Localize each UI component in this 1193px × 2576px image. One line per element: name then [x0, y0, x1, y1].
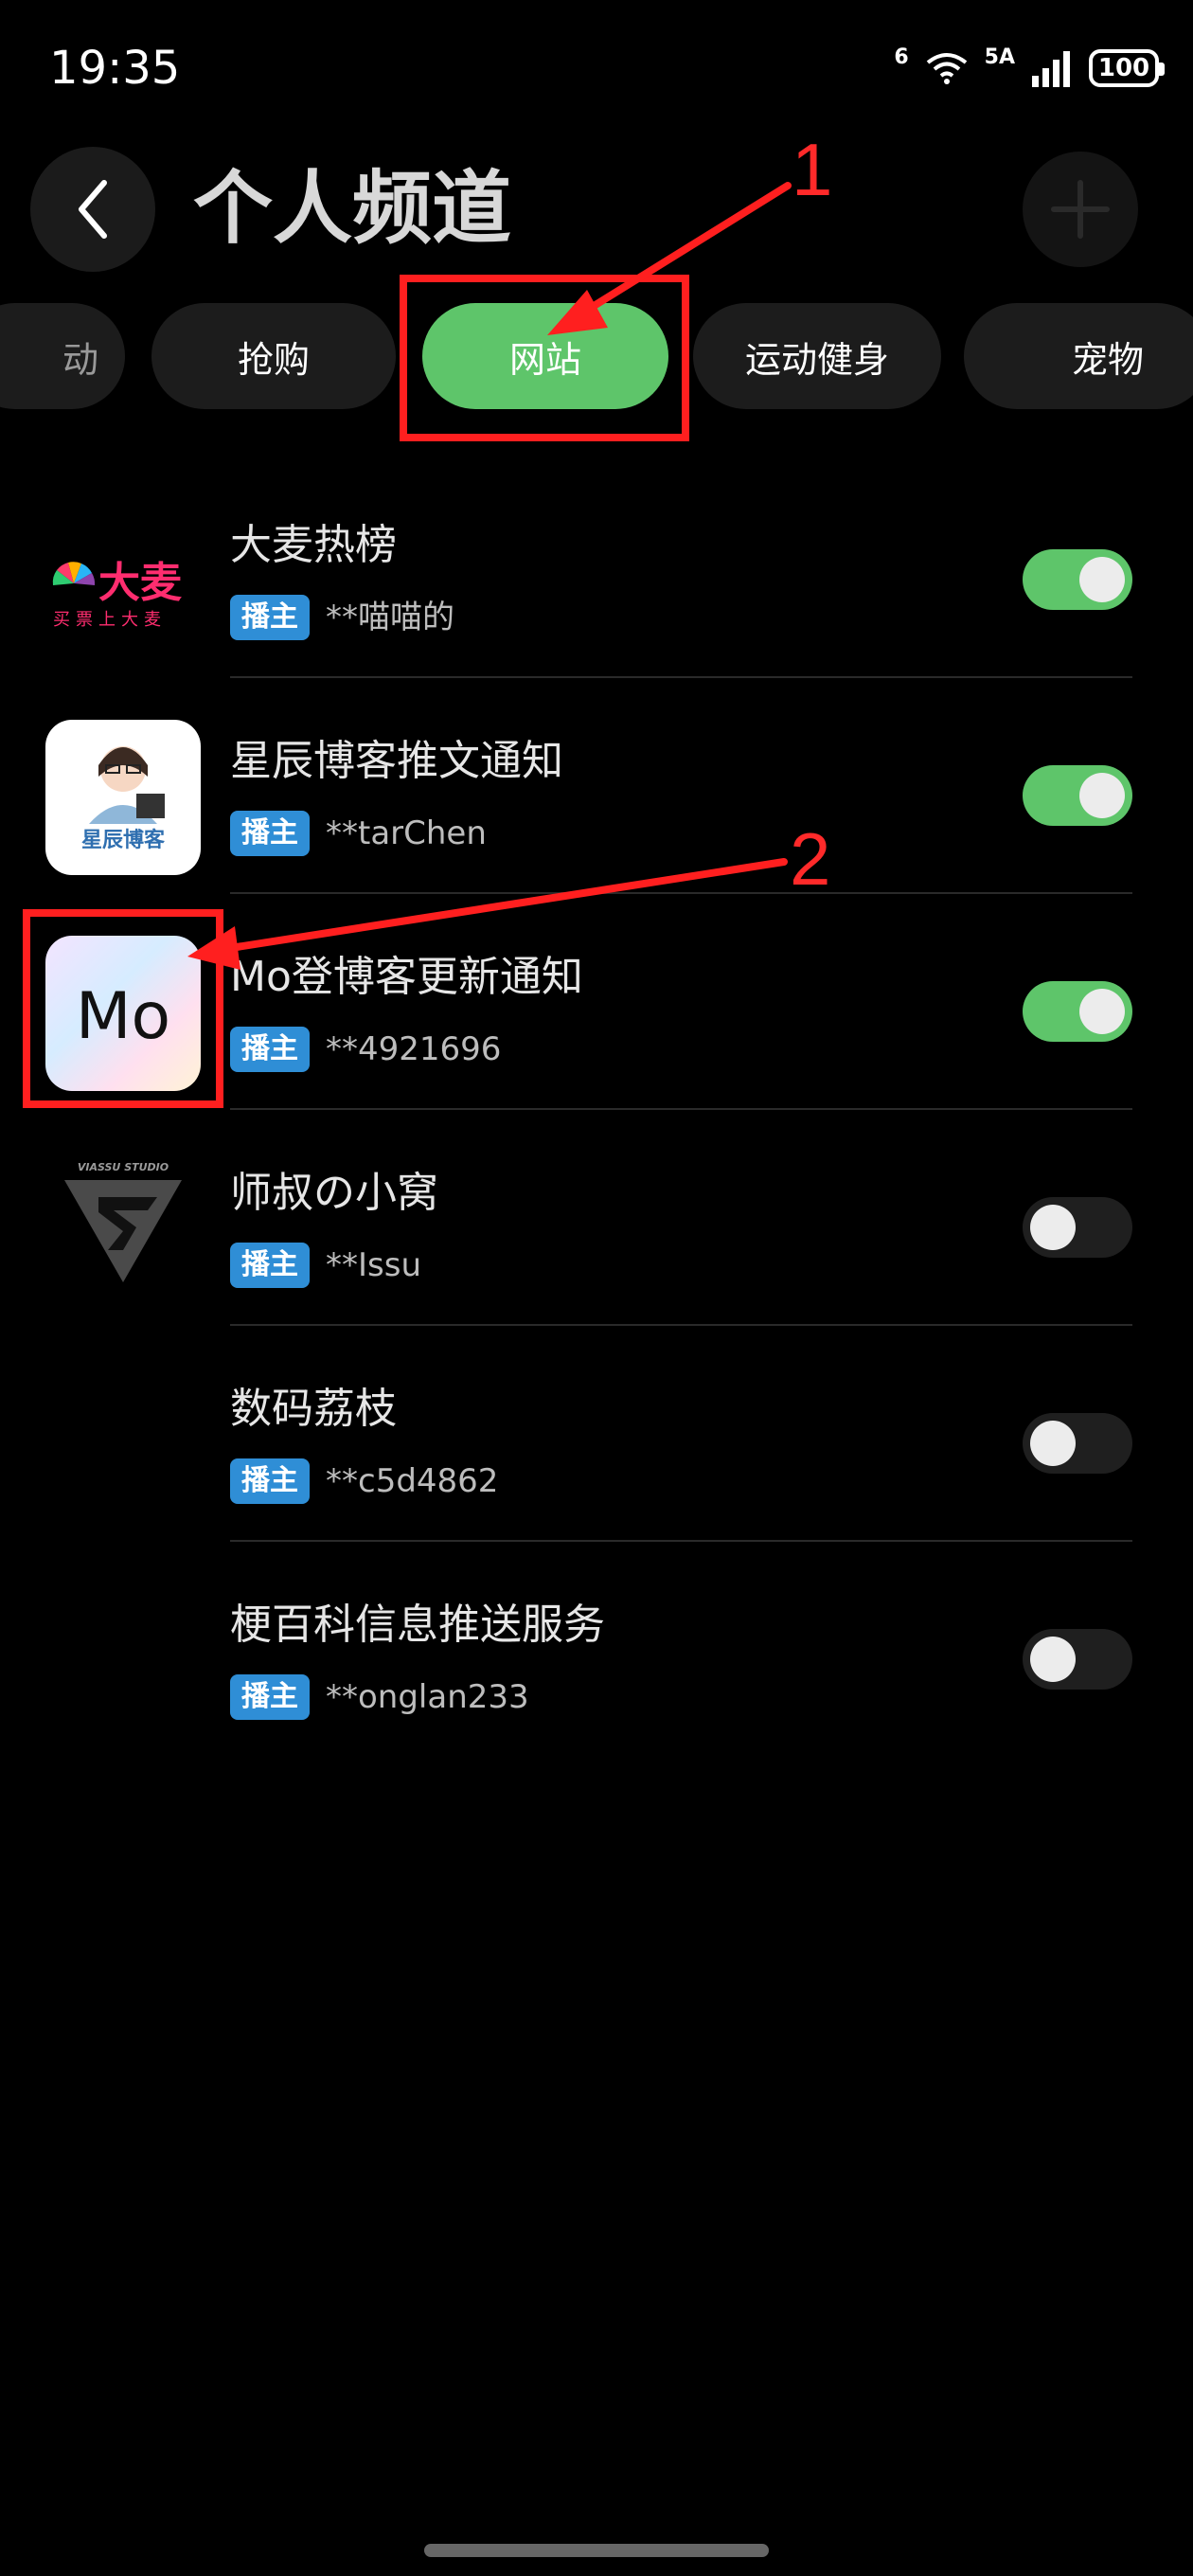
channel-toggle[interactable] — [1023, 1629, 1132, 1690]
annotation-arrow-1 — [579, 182, 792, 316]
owner-badge: 播主 — [230, 1243, 310, 1288]
channel-name: 梗百科信息推送服务 — [230, 1601, 605, 1649]
channel-row[interactable]: 梗百科信息推送服务 播主 **onglan233 — [0, 1542, 1193, 1758]
toggle-knob — [1030, 1421, 1076, 1466]
annotation-arrows — [187, 182, 792, 970]
owner-badge: 播主 — [230, 1458, 310, 1504]
channel-toggle[interactable] — [1023, 1197, 1132, 1258]
annotation-arrowhead-2 — [187, 926, 240, 970]
toggle-knob — [1030, 1205, 1076, 1250]
channel-owner: **Issu — [326, 1246, 422, 1284]
annotation-arrowhead-1 — [547, 290, 608, 335]
owner-badge: 播主 — [230, 1674, 310, 1720]
toggle-knob — [1030, 1637, 1076, 1682]
channel-name: 师叔の小窝 — [230, 1169, 438, 1217]
channel-row[interactable]: VIASSU STUDIO 师叔の小窝 播主 **Issu — [0, 1110, 1193, 1326]
channel-row[interactable]: 数码荔枝 播主 **c5d4862 — [0, 1326, 1193, 1542]
home-indicator[interactable] — [424, 2544, 769, 2557]
channel-toggle[interactable] — [1023, 1413, 1132, 1474]
channel-owner: **c5d4862 — [326, 1462, 499, 1500]
svg-text:VIASSU STUDIO: VIASSU STUDIO — [78, 1161, 169, 1173]
channel-name: 数码荔枝 — [230, 1385, 397, 1433]
viassu-studio-icon: VIASSU STUDIO — [45, 1152, 201, 1307]
channel-owner: **onglan233 — [326, 1678, 529, 1716]
annotation-arrow-2 — [233, 858, 788, 951]
